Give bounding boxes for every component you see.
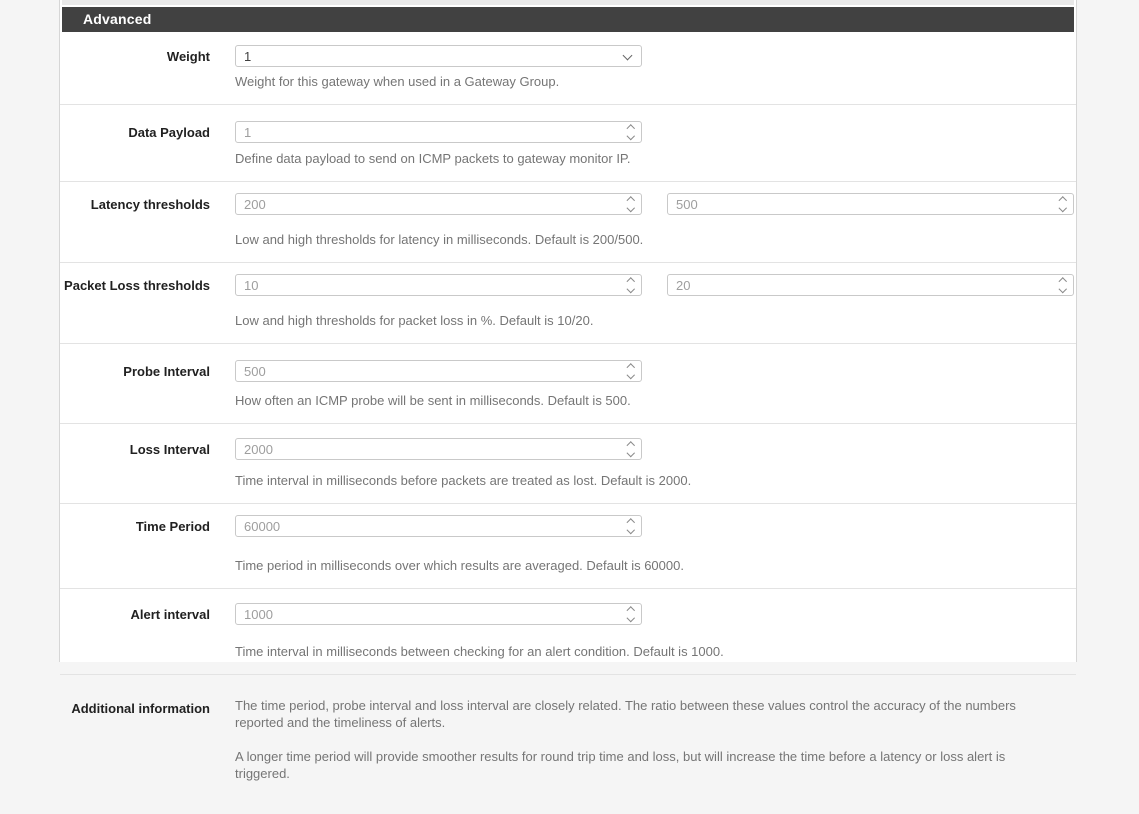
chevron-down-icon	[622, 50, 633, 61]
packet-loss-high-input[interactable]	[668, 275, 1073, 295]
form-row-probe-interval: Probe Interval How often an ICMP probe w…	[60, 344, 1076, 424]
help-text: Weight for this gateway when used in a G…	[235, 74, 560, 89]
weight-select-value: 1	[244, 48, 252, 64]
help-text: How often an ICMP probe will be sent in …	[235, 393, 631, 408]
help-text: Define data payload to send on ICMP pack…	[235, 151, 631, 166]
latency-high-input[interactable]	[668, 194, 1073, 214]
settings-panel: Advanced Weight 1 Weight for this gatewa…	[59, 0, 1077, 781]
probe-interval-input[interactable]	[236, 361, 641, 381]
time-period-input[interactable]	[236, 516, 641, 536]
number-spinner[interactable]	[626, 194, 635, 214]
number-spinner[interactable]	[1058, 194, 1067, 214]
help-text: Time interval in milliseconds before pac…	[235, 473, 692, 488]
panel-title: Advanced	[62, 7, 1074, 32]
number-spinner[interactable]	[626, 275, 635, 295]
field-label: Data Payload	[128, 125, 210, 140]
panel-top-strip	[62, 0, 1074, 5]
number-spinner[interactable]	[626, 516, 635, 536]
data-payload-input[interactable]	[236, 122, 641, 142]
number-spinner[interactable]	[626, 604, 635, 624]
loss-interval-input[interactable]	[236, 439, 641, 459]
form-row-time-period: Time Period Time period in milliseconds …	[60, 504, 1076, 589]
alert-interval-input[interactable]	[236, 604, 641, 624]
field-label: Latency thresholds	[90, 197, 210, 212]
field-label: Time Period	[135, 519, 210, 534]
field-label: Additional information	[71, 701, 210, 716]
additional-info-paragraph: A longer time period will provide smooth…	[235, 749, 1006, 781]
field-label: Packet Loss thresholds	[64, 278, 210, 293]
latency-low-input[interactable]	[236, 194, 641, 214]
form-row-packet-loss-thresholds: Packet Loss thresholds 10 20 Low and hig…	[60, 263, 1076, 344]
number-spinner[interactable]	[626, 439, 635, 459]
chevron-down-icon	[626, 203, 635, 212]
chevron-down-icon	[626, 284, 635, 293]
field-label: Loss Interval	[129, 442, 210, 457]
chevron-down-icon	[626, 525, 635, 534]
form-row-data-payload: Data Payload Define data payload to send…	[60, 105, 1076, 182]
chevron-down-icon	[1058, 203, 1067, 212]
number-spinner[interactable]	[626, 361, 635, 381]
additional-info-paragraph: The time period, probe interval and loss…	[235, 698, 1016, 730]
chevron-down-icon	[626, 370, 635, 379]
number-spinner[interactable]	[1058, 275, 1067, 295]
form-row-latency-thresholds: Latency thresholds Lo	[60, 182, 1076, 263]
field-label: Probe Interval	[123, 364, 210, 379]
chevron-down-icon	[1058, 284, 1067, 293]
form-row-additional-information: Additional information The time period, …	[60, 675, 1076, 814]
field-label: Weight	[166, 49, 210, 64]
packet-loss-low-input[interactable]	[236, 275, 641, 295]
help-text: Time interval in milliseconds between ch…	[235, 644, 724, 659]
weight-select[interactable]: 1	[235, 45, 642, 67]
chevron-down-icon	[626, 448, 635, 457]
form-row-loss-interval: Loss Interval Time interval in milliseco…	[60, 424, 1076, 504]
help-text: Low and high thresholds for packet loss …	[235, 313, 594, 328]
help-text: Time period in milliseconds over which r…	[235, 558, 684, 573]
form-row-alert-interval: Alert interval Time interval in millisec…	[60, 589, 1076, 675]
chevron-down-icon	[626, 613, 635, 622]
number-spinner[interactable]	[626, 122, 635, 142]
field-label: Alert interval	[130, 607, 210, 622]
chevron-down-icon	[626, 131, 635, 140]
form-row-weight: Weight 1 Weight for this gateway when us…	[60, 32, 1076, 105]
help-text: Low and high thresholds for latency in m…	[235, 232, 644, 247]
